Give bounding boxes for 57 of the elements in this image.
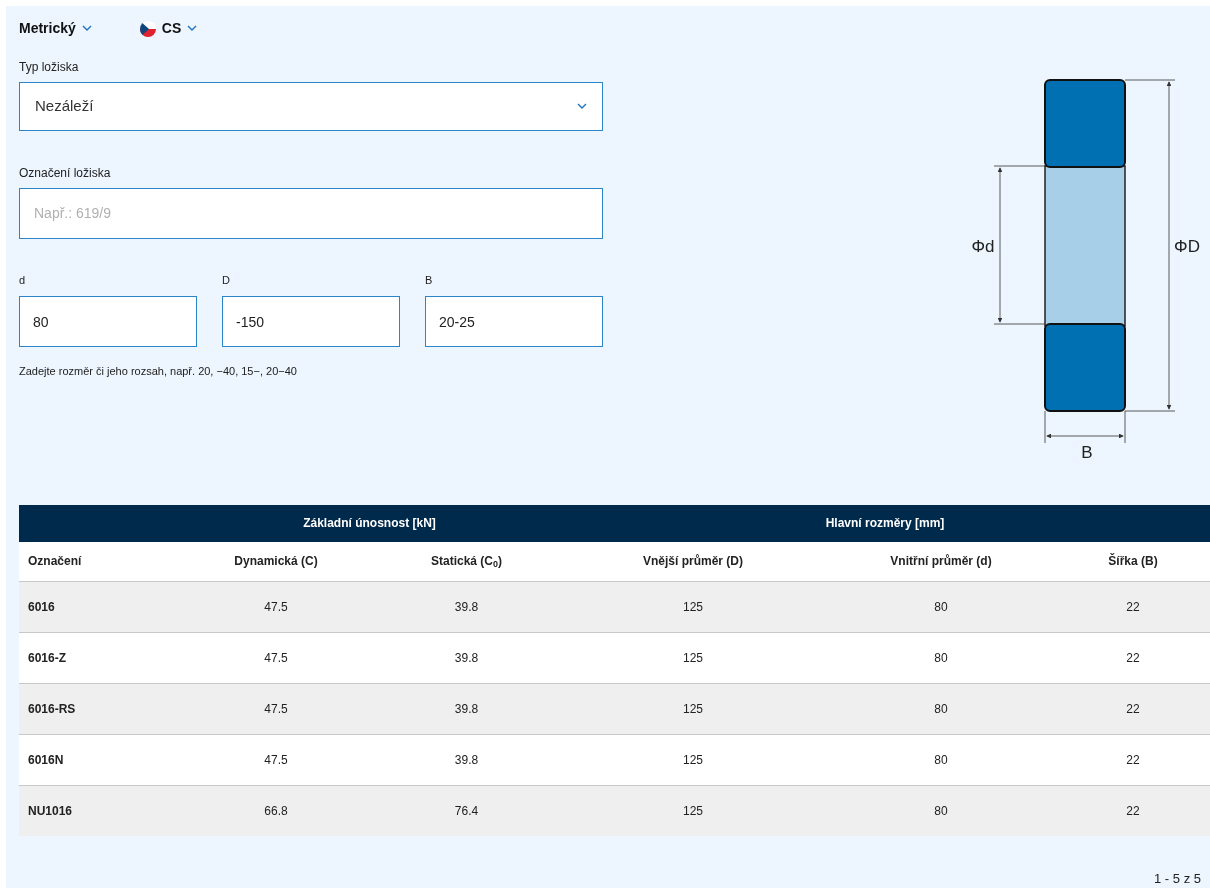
table-cell-text: 66.8 (264, 802, 288, 820)
table-cell-text: 125 (683, 649, 703, 667)
pagination-text: 1 - 5 z 5 (1154, 869, 1201, 888)
bearing-diagram-drawing: Φd ΦD B (954, 71, 1204, 492)
table-cell-text: 80 (934, 802, 948, 820)
table-cell-text: 47.5 (264, 700, 288, 718)
table-cell-text: 22 (1126, 751, 1140, 769)
table-cell: 6016-Z (28, 650, 67, 665)
table-cell-text: 22 (1126, 598, 1140, 616)
column-header[interactable]: Šířka (B) (1108, 552, 1158, 570)
designation-field[interactable]: Např.: 619/9 (19, 187, 603, 239)
table-cell-text: 47.5 (264, 598, 288, 616)
table-cell-text: 76.4 (454, 802, 479, 820)
column-header[interactable]: Dynamická (C) (234, 552, 318, 570)
field-label: Označení ložiska (19, 164, 112, 182)
chevron-down-icon (577, 102, 587, 110)
table-cell-text: 47.5 (264, 649, 288, 667)
dimension-field[interactable]: 80 (19, 296, 197, 348)
dimension-field[interactable]: -150 (222, 296, 400, 348)
table-cell-text: 47.5 (264, 751, 288, 769)
table-cell-text: 22 (1126, 802, 1140, 820)
language-dropdown[interactable]: CS (139, 18, 198, 40)
column-group-header: Základní únosnost [kN] (303, 515, 436, 532)
table-cell-text: 125 (683, 700, 703, 718)
table-cell-text: 39.8 (454, 649, 479, 667)
hint-text: Zadejte rozměr či jeho rozsah, např. 20, −40, 15−, 20−40 (19, 364, 298, 380)
table-cell-text: 80 (934, 649, 948, 667)
field-label: d (19, 272, 27, 288)
column-group-header: Hlavní rozměry [mm] (825, 515, 945, 532)
table-cell-text: 22 (1126, 649, 1140, 667)
table-cell: 6016N (28, 752, 64, 767)
field-label: B (425, 272, 434, 288)
chevron-down-icon (81, 25, 92, 33)
table-cell-text: 125 (683, 598, 703, 616)
column-header[interactable]: Vnitřní průměr (d) (890, 552, 992, 570)
field-label: D (222, 272, 231, 288)
table-cell-text: 80 (934, 700, 948, 718)
table-cell-text: 39.8 (454, 700, 479, 718)
field-label: Typ ložiska (19, 58, 80, 76)
table-cell-text: 125 (683, 802, 703, 820)
table-cell-text: 80 (934, 751, 948, 769)
column-header[interactable]: Vnější průměr (D) (643, 552, 743, 570)
table-cell-text: 125 (683, 751, 703, 769)
table-cell-text: 39.8 (454, 598, 479, 616)
column-header[interactable]: Statická (C$_{0}$) (430, 552, 502, 570)
table-cell-text: 22 (1126, 700, 1140, 718)
table-cell-text: 39.8 (454, 751, 479, 769)
dimension-field[interactable]: 20-25 (425, 296, 603, 348)
table-cell: NU1016 (28, 803, 73, 818)
unit-dropdown[interactable]: Metrický (19, 18, 92, 40)
table-cell-text: 80 (934, 598, 948, 616)
table-cell: 6016 (28, 599, 55, 614)
bearing-type-select[interactable]: Nezáleží (19, 81, 603, 131)
chevron-down-icon (187, 25, 198, 33)
flag-icon (139, 20, 156, 37)
column-header[interactable]: Označení (28, 554, 82, 568)
table-cell: 6016-RS (28, 701, 76, 716)
